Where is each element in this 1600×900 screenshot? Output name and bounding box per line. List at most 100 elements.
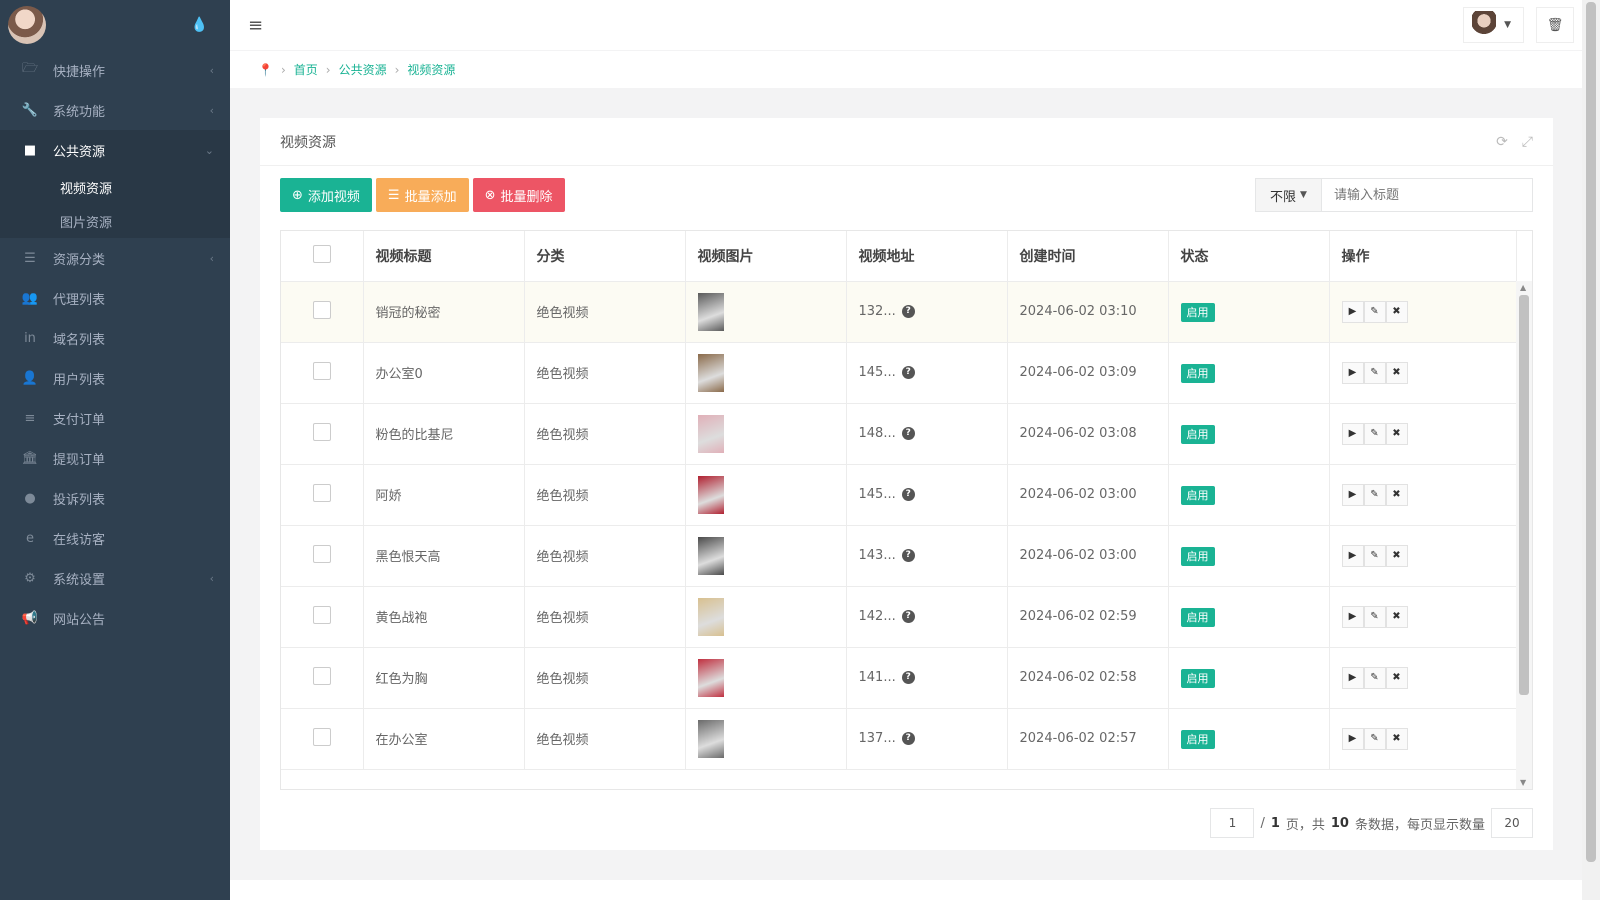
page-number-input[interactable] <box>1210 808 1255 838</box>
row-checkbox[interactable] <box>312 666 331 685</box>
delete-button[interactable]: ✖ <box>1385 483 1408 506</box>
page-scrollbar[interactable] <box>1582 0 1600 900</box>
delete-button[interactable]: ✖ <box>1385 605 1408 628</box>
category-select[interactable]: 不限 ▼ <box>1256 179 1322 211</box>
play-button[interactable]: ▶ <box>1341 361 1364 384</box>
header-title[interactable]: 视频标题 <box>363 231 525 282</box>
sidebar-item-8[interactable]: 🏛 提现订单 <box>0 438 230 478</box>
select-all-checkbox[interactable] <box>312 244 331 263</box>
table-row[interactable]: 销冠的秘密 绝色视频 132...? 2024-06-02 03:10 启用 ▶ ✎ ✖ <box>281 281 1517 343</box>
sidebar-subitem-0[interactable]: 视频资源 <box>0 170 230 204</box>
delete-button[interactable]: ✖ <box>1385 727 1408 750</box>
breadcrumb-public-resources[interactable]: 公共资源 <box>339 61 387 78</box>
table-row[interactable]: 在办公室 绝色视频 137...? 2024-06-02 02:57 启用 ▶ ✎ ✖ <box>281 708 1517 770</box>
play-button[interactable]: ▶ <box>1341 483 1364 506</box>
header-image[interactable]: 视频图片 <box>685 231 847 282</box>
question-circle-icon[interactable]: ? <box>901 366 915 379</box>
row-checkbox[interactable] <box>312 300 331 319</box>
row-checkbox[interactable] <box>312 727 331 746</box>
header-status[interactable]: 状态 <box>1168 231 1330 282</box>
sidebar-item-10[interactable]: e 在线访客 <box>0 518 230 558</box>
edit-button[interactable]: ✎ <box>1363 483 1386 506</box>
sidebar-item-3[interactable]: ☰ 资源分类 ‹ <box>0 238 230 278</box>
question-circle-icon[interactable]: ? <box>901 427 915 440</box>
table-scrollbar[interactable]: ▲ ▼ <box>1516 281 1532 789</box>
delete-button[interactable]: ✖ <box>1385 544 1408 567</box>
fullscreen-icon[interactable]: ⤢ <box>1522 134 1533 150</box>
droplet-icon[interactable]: 💧 <box>191 17 208 33</box>
sidebar-item-11[interactable]: ⚙ 系统设置 ‹ <box>0 558 230 598</box>
video-thumbnail[interactable] <box>697 353 724 392</box>
question-circle-icon[interactable]: ? <box>901 732 915 745</box>
avatar[interactable] <box>8 6 46 44</box>
scroll-down-icon[interactable]: ▼ <box>1520 778 1526 787</box>
header-created[interactable]: 创建时间 <box>1007 231 1169 282</box>
table-row[interactable]: 黑色恨天高 绝色视频 143...? 2024-06-02 03:00 启用 ▶ ✎ ✖ <box>281 525 1517 587</box>
play-button[interactable]: ▶ <box>1341 666 1364 689</box>
row-checkbox[interactable] <box>312 605 331 624</box>
add-video-button[interactable]: ⊕ 添加视频 <box>280 178 372 212</box>
refresh-icon[interactable]: ⟳ <box>1496 134 1508 150</box>
edit-button[interactable]: ✎ <box>1363 666 1386 689</box>
row-checkbox[interactable] <box>312 361 331 380</box>
question-circle-icon[interactable]: ? <box>901 610 915 623</box>
question-circle-icon[interactable]: ? <box>901 488 915 501</box>
edit-button[interactable]: ✎ <box>1363 300 1386 323</box>
delete-button[interactable]: ✖ <box>1385 666 1408 689</box>
video-thumbnail[interactable] <box>697 414 724 453</box>
delete-button[interactable]: ✖ <box>1385 422 1408 445</box>
row-checkbox[interactable] <box>312 544 331 563</box>
scroll-up-icon[interactable]: ▲ <box>1520 283 1526 292</box>
sidebar-item-1[interactable]: 🔧 系统功能 ‹ <box>0 90 230 130</box>
hamburger-menu-icon[interactable]: ≡ <box>248 15 263 36</box>
play-button[interactable]: ▶ <box>1341 544 1364 567</box>
question-circle-icon[interactable]: ? <box>901 671 915 684</box>
sidebar-item-7[interactable]: ≡ 支付订单 <box>0 398 230 438</box>
table-row[interactable]: 阿娇 绝色视频 145...? 2024-06-02 03:00 启用 ▶ ✎ ✖ <box>281 464 1517 526</box>
user-dropdown[interactable]: ▼ <box>1463 7 1524 43</box>
edit-button[interactable]: ✎ <box>1363 727 1386 750</box>
per-page-input[interactable] <box>1491 808 1533 838</box>
batch-add-button[interactable]: ☰ 批量添加 <box>375 178 469 212</box>
row-checkbox[interactable] <box>312 422 331 441</box>
batch-delete-button[interactable]: ⊗ 批量删除 <box>472 178 565 212</box>
table-row[interactable]: 粉色的比基尼 绝色视频 148...? 2024-06-02 03:08 启用 ▶ ✎ ✖ <box>281 403 1517 465</box>
page-scrollbar-thumb[interactable] <box>1586 2 1596 862</box>
sidebar-subitem-1[interactable]: 图片资源 <box>0 204 230 238</box>
title-search-input[interactable] <box>1322 179 1532 211</box>
question-circle-icon[interactable]: ? <box>901 305 915 318</box>
play-button[interactable]: ▶ <box>1341 422 1364 445</box>
breadcrumb-video-resources[interactable]: 视频资源 <box>407 61 455 78</box>
sidebar-item-0[interactable]: 🗁 快捷操作 ‹ <box>0 50 230 90</box>
sidebar-item-5[interactable]: in 域名列表 <box>0 318 230 358</box>
delete-button[interactable]: ✖ <box>1385 300 1408 323</box>
table-row[interactable]: 办公室0 绝色视频 145...? 2024-06-02 03:09 启用 ▶ ✎ ✖ <box>281 342 1517 404</box>
video-thumbnail[interactable] <box>697 536 724 575</box>
row-checkbox[interactable] <box>312 483 331 502</box>
table-scrollbar-thumb[interactable] <box>1519 295 1529 695</box>
header-url[interactable]: 视频地址 <box>846 231 1008 282</box>
sidebar-item-6[interactable]: 👤 用户列表 <box>0 358 230 398</box>
breadcrumb-home[interactable]: 首页 <box>294 61 318 78</box>
edit-button[interactable]: ✎ <box>1363 422 1386 445</box>
delete-button[interactable]: ✖ <box>1385 361 1408 384</box>
table-row[interactable]: 黄色战袍 绝色视频 142...? 2024-06-02 02:59 启用 ▶ ✎ ✖ <box>281 586 1517 648</box>
table-row[interactable]: 红色为胸 绝色视频 141...? 2024-06-02 02:58 启用 ▶ ✎ ✖ <box>281 647 1517 709</box>
video-thumbnail[interactable] <box>697 475 724 514</box>
sidebar-item-2[interactable]: ■ 公共资源 ⌄ <box>0 130 230 170</box>
sidebar-item-4[interactable]: 👥 代理列表 <box>0 278 230 318</box>
video-thumbnail[interactable] <box>697 597 724 636</box>
play-button[interactable]: ▶ <box>1341 727 1364 750</box>
play-button[interactable]: ▶ <box>1341 605 1364 628</box>
header-category[interactable]: 分类 <box>524 231 686 282</box>
video-thumbnail[interactable] <box>697 658 724 697</box>
video-thumbnail[interactable] <box>697 292 724 331</box>
edit-button[interactable]: ✎ <box>1363 544 1386 567</box>
trash-button[interactable]: 🗑 <box>1536 7 1574 43</box>
play-button[interactable]: ▶ <box>1341 300 1364 323</box>
edit-button[interactable]: ✎ <box>1363 361 1386 384</box>
sidebar-item-9[interactable]: ● 投诉列表 <box>0 478 230 518</box>
question-circle-icon[interactable]: ? <box>901 549 915 562</box>
edit-button[interactable]: ✎ <box>1363 605 1386 628</box>
video-thumbnail[interactable] <box>697 719 724 758</box>
